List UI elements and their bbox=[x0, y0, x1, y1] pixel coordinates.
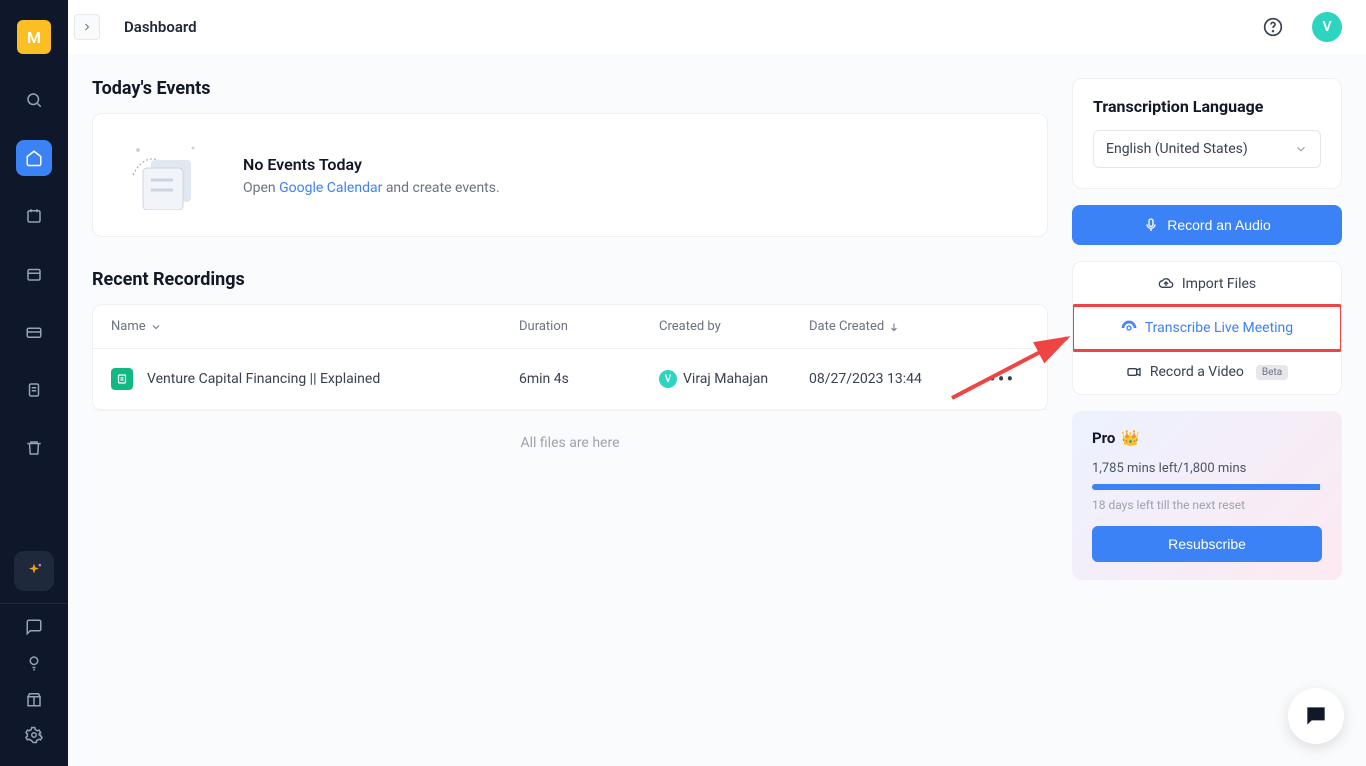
calendar-icon[interactable] bbox=[16, 256, 52, 292]
arrow-down-icon bbox=[888, 321, 900, 333]
gear-icon[interactable] bbox=[25, 726, 43, 748]
all-files-footer: All files are here bbox=[92, 411, 1048, 475]
file-icon bbox=[111, 368, 133, 390]
recording-name: Venture Capital Financing || Explained bbox=[147, 371, 380, 387]
table-row[interactable]: Venture Capital Financing || Explained 6… bbox=[93, 349, 1047, 410]
sidebar: M bbox=[0, 0, 68, 766]
live-transcribe-icon bbox=[1121, 320, 1137, 336]
events-empty-card: No Events Today Open Google Calendar and… bbox=[92, 113, 1048, 237]
meetings-icon[interactable] bbox=[16, 198, 52, 234]
recording-duration: 6min 4s bbox=[519, 371, 659, 387]
ai-sparkle-button[interactable] bbox=[14, 551, 54, 591]
sidebar-toggle[interactable] bbox=[74, 14, 100, 40]
events-empty-subtitle: Open Google Calendar and create events. bbox=[243, 180, 500, 196]
home-icon[interactable] bbox=[16, 140, 52, 176]
language-select[interactable]: English (United States) bbox=[1093, 130, 1321, 168]
gift-icon[interactable] bbox=[25, 690, 43, 712]
record-audio-button[interactable]: Record an Audio bbox=[1072, 205, 1342, 245]
recordings-table: Name Duration Created by Date Created Ve… bbox=[92, 304, 1048, 411]
pro-title: Pro bbox=[1092, 429, 1115, 447]
crown-icon: 👑 bbox=[1121, 429, 1140, 447]
column-name[interactable]: Name bbox=[111, 319, 519, 334]
chat-fab[interactable] bbox=[1288, 688, 1344, 744]
column-duration[interactable]: Duration bbox=[519, 319, 659, 334]
search-icon[interactable] bbox=[16, 82, 52, 118]
events-illustration bbox=[123, 140, 213, 210]
language-title: Transcription Language bbox=[1093, 97, 1321, 116]
recording-date: 08/27/2023 13:44 bbox=[809, 371, 989, 387]
trash-icon[interactable] bbox=[16, 430, 52, 466]
more-actions-button[interactable]: ••• bbox=[989, 367, 1029, 391]
record-video-button[interactable]: Record a Video Beta bbox=[1073, 350, 1341, 394]
events-empty-title: No Events Today bbox=[243, 155, 500, 174]
usage-progress bbox=[1092, 484, 1322, 490]
beta-badge: Beta bbox=[1256, 365, 1288, 380]
bulb-icon[interactable] bbox=[25, 654, 43, 676]
chat-bubble-icon bbox=[1303, 703, 1329, 729]
import-files-button[interactable]: Import Files bbox=[1073, 262, 1341, 306]
column-date-created[interactable]: Date Created bbox=[809, 319, 989, 334]
microphone-icon bbox=[1143, 217, 1159, 233]
pro-days-left: 18 days left till the next reset bbox=[1092, 498, 1322, 512]
action-list: Import Files Transcribe Live Meeting Rec… bbox=[1072, 261, 1342, 395]
pro-card: Pro 👑 1,785 mins left/1,800 mins 18 days… bbox=[1072, 411, 1342, 580]
column-created-by[interactable]: Created by bbox=[659, 319, 809, 334]
help-icon[interactable] bbox=[1262, 16, 1284, 38]
creator-avatar: V bbox=[659, 370, 677, 388]
video-icon bbox=[1126, 364, 1142, 380]
chat-icon[interactable] bbox=[25, 618, 43, 640]
language-card: Transcription Language English (United S… bbox=[1072, 78, 1342, 189]
chevron-down-icon bbox=[150, 321, 162, 333]
cloud-upload-icon bbox=[1158, 276, 1174, 292]
user-avatar[interactable]: V bbox=[1312, 12, 1342, 42]
chevron-down-icon bbox=[1294, 142, 1308, 156]
pro-minutes: 1,785 mins left/1,800 mins bbox=[1092, 461, 1322, 476]
page-title: Dashboard bbox=[124, 18, 197, 36]
recordings-section-title: Recent Recordings bbox=[92, 269, 1048, 290]
creator-name: Viraj Mahajan bbox=[683, 371, 768, 387]
google-calendar-link[interactable]: Google Calendar bbox=[279, 180, 382, 196]
notes-icon[interactable] bbox=[16, 372, 52, 408]
events-section-title: Today's Events bbox=[92, 78, 1048, 99]
app-logo[interactable]: M bbox=[17, 20, 51, 54]
resubscribe-button[interactable]: Resubscribe bbox=[1092, 526, 1322, 562]
transcribe-live-button[interactable]: Transcribe Live Meeting bbox=[1073, 306, 1341, 350]
header: Dashboard V bbox=[68, 0, 1366, 54]
folder-icon[interactable] bbox=[16, 314, 52, 350]
